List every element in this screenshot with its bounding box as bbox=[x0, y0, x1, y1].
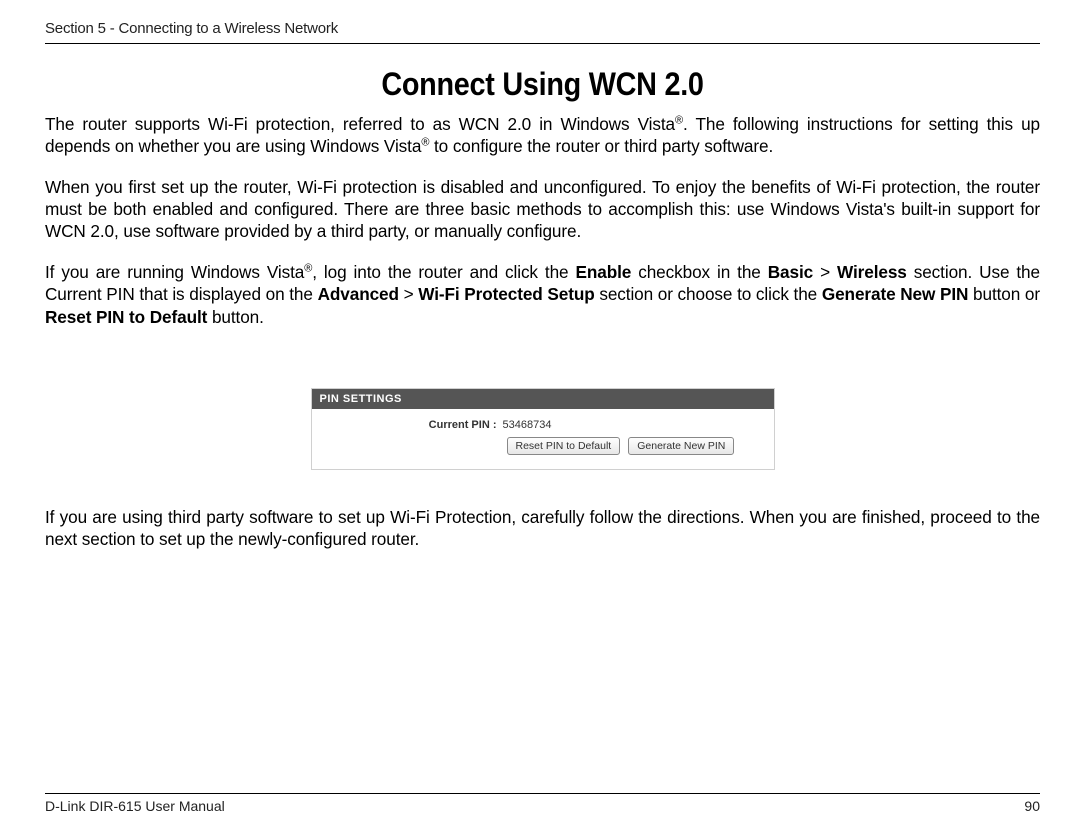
paragraph-2: When you first set up the router, Wi-Fi … bbox=[45, 176, 1040, 243]
current-pin-value: 53468734 bbox=[503, 419, 552, 431]
gt: > bbox=[813, 262, 837, 282]
bold-wps: Wi-Fi Protected Setup bbox=[418, 284, 594, 304]
footer-page-number: 90 bbox=[1024, 798, 1040, 814]
reg-mark: ® bbox=[675, 114, 683, 126]
page-title: Connect Using WCN 2.0 bbox=[95, 66, 991, 103]
paragraph-1: The router supports Wi-Fi protection, re… bbox=[45, 113, 1040, 158]
bold-advanced: Advanced bbox=[318, 284, 399, 304]
para1-a: The router supports Wi-Fi protection, re… bbox=[45, 114, 675, 134]
header-rule bbox=[45, 43, 1040, 44]
bold-enable: Enable bbox=[575, 262, 631, 282]
bold-basic: Basic bbox=[768, 262, 813, 282]
current-pin-row: Current PIN : 53468734 bbox=[322, 419, 764, 431]
bold-wireless: Wireless bbox=[837, 262, 907, 282]
bold-generate: Generate New PIN bbox=[822, 284, 969, 304]
reset-pin-button[interactable]: Reset PIN to Default bbox=[507, 437, 621, 455]
para3-b: , log into the router and click the bbox=[312, 262, 575, 282]
para3-e: section or choose to click the bbox=[595, 284, 822, 304]
pin-settings-body: Current PIN : 53468734 Reset PIN to Defa… bbox=[312, 409, 774, 469]
gt: > bbox=[399, 284, 418, 304]
section-header: Section 5 - Connecting to a Wireless Net… bbox=[45, 20, 1040, 37]
footer: D-Link DIR-615 User Manual 90 bbox=[45, 793, 1040, 814]
para3-a: If you are running Windows Vista bbox=[45, 262, 304, 282]
footer-manual: D-Link DIR-615 User Manual bbox=[45, 798, 225, 814]
footer-rule bbox=[45, 793, 1040, 794]
para1-c: to configure the router or third party s… bbox=[429, 136, 773, 156]
pin-button-row: Reset PIN to Default Generate New PIN bbox=[322, 437, 764, 455]
para3-c: checkbox in the bbox=[631, 262, 767, 282]
pin-settings-panel: PIN SETTINGS Current PIN : 53468734 Rese… bbox=[311, 388, 775, 470]
bold-reset: Reset PIN to Default bbox=[45, 307, 207, 327]
pin-settings-heading: PIN SETTINGS bbox=[312, 389, 774, 409]
para3-g: button. bbox=[207, 307, 264, 327]
para3-f: button or bbox=[968, 284, 1040, 304]
paragraph-4: If you are using third party software to… bbox=[45, 506, 1040, 551]
generate-new-pin-button[interactable]: Generate New PIN bbox=[628, 437, 734, 455]
current-pin-label: Current PIN : bbox=[322, 419, 503, 431]
paragraph-3: If you are running Windows Vista®, log i… bbox=[45, 261, 1040, 328]
